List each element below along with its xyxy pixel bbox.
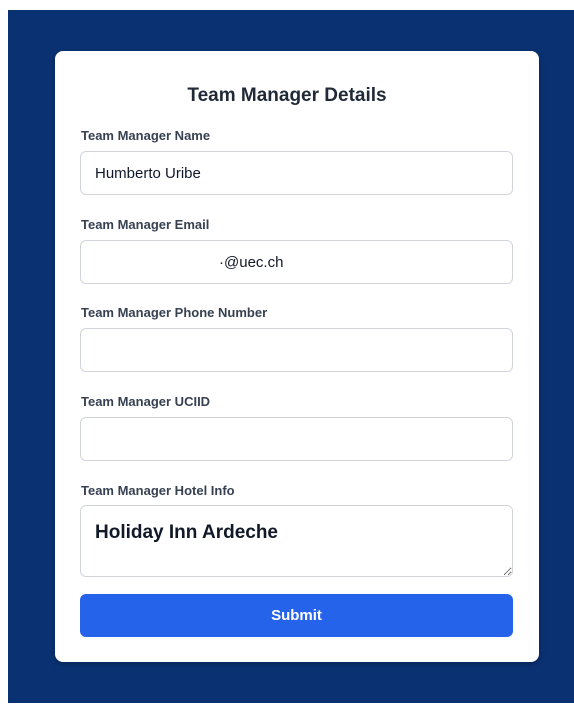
uciid-label: Team Manager UCIID bbox=[81, 394, 211, 409]
name-input[interactable] bbox=[80, 151, 513, 195]
email-label: Team Manager Email bbox=[81, 217, 210, 232]
phone-label: Team Manager Phone Number bbox=[81, 305, 268, 320]
submit-button[interactable]: Submit bbox=[80, 594, 513, 637]
hotel-info-textarea[interactable]: Holiday Inn Ardeche bbox=[80, 505, 513, 577]
hotel-info-label: Team Manager Hotel Info bbox=[81, 483, 235, 498]
name-label: Team Manager Name bbox=[81, 128, 211, 143]
uciid-input[interactable] bbox=[80, 417, 513, 461]
phone-input[interactable] bbox=[80, 328, 513, 372]
form-title: Team Manager Details bbox=[187, 85, 387, 106]
email-input[interactable] bbox=[80, 240, 513, 284]
